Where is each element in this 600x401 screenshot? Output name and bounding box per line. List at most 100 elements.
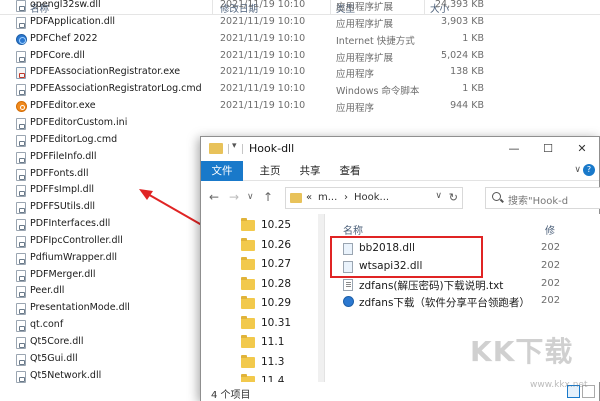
folder-icon	[241, 374, 255, 382]
file-size: 944 KB	[450, 100, 484, 112]
file-date: 2021/11/19 10:10	[220, 49, 306, 61]
file-type: Internet 快捷方式	[336, 35, 415, 47]
file-row[interactable]: PDFEAssociationRegistratorLog.cmd 2021/11…	[0, 81, 600, 98]
file-row[interactable]: PDFChef 2022 2021/11/19 10:10 Internet 快捷方…	[0, 31, 600, 48]
recent-locations-chevron-icon[interactable]: ∨	[247, 192, 254, 202]
nav-folder-item[interactable]: 11.3	[241, 353, 324, 373]
file-size: 3,903 KB	[441, 15, 484, 27]
address-overflow[interactable]: «	[306, 192, 312, 203]
file-type: 应用程序	[336, 69, 375, 81]
up-arrow-icon[interactable]: ↑	[263, 190, 273, 204]
file-name: PDFChef 2022	[30, 32, 98, 44]
file-row[interactable]: PDFEditorCustom.ini	[0, 115, 600, 132]
search-box[interactable]: 搜索"Hook-d	[485, 187, 600, 209]
folder-icon	[290, 193, 302, 203]
nav-folder-item[interactable]: 11.1	[241, 333, 324, 353]
file-item[interactable]: zdfans下载（软件分享平台领跑者） 202	[333, 293, 595, 311]
refresh-icon[interactable]: ↻	[449, 191, 458, 204]
back-arrow-icon[interactable]: ←	[209, 190, 219, 204]
file-name: opengl32sw.dll	[30, 0, 101, 10]
item-count: 4 个项目	[211, 390, 251, 401]
nav-folder-item[interactable]: 10.31	[241, 314, 324, 334]
window-titlebar[interactable]: ▾ Hook-dll — ☐ ✕	[201, 137, 599, 161]
nav-folder-item[interactable]: 10.27	[241, 255, 324, 275]
ini-file-icon	[16, 117, 26, 130]
file-date: 2021/11/19 10:10	[220, 32, 306, 44]
file-date: 2021/11/19 10:10	[220, 15, 306, 27]
tab-view[interactable]: 查看	[333, 161, 367, 181]
file-date: 2021/11/19 10:10	[220, 100, 306, 112]
file-name: PDFInterfaces.dll	[30, 218, 111, 230]
file-date: 202	[541, 295, 561, 306]
address-separator: ›	[344, 192, 348, 203]
exe-file-icon	[16, 67, 26, 80]
nav-folder-label: 10.29	[261, 297, 292, 309]
cmd-file-icon	[16, 84, 26, 97]
file-date: 202	[541, 278, 561, 289]
help-icon[interactable]: ?	[583, 164, 595, 176]
search-icon	[492, 192, 501, 201]
file-name: PDFMerger.dll	[30, 268, 96, 280]
folder-icon	[209, 143, 223, 154]
nav-folder-item[interactable]: 11.4	[241, 372, 324, 382]
forward-arrow-icon[interactable]: →	[229, 190, 239, 204]
column-date-header[interactable]: 修	[545, 222, 555, 237]
tab-home[interactable]: 主页	[253, 161, 287, 181]
dll-file-icon	[16, 16, 26, 29]
file-row[interactable]: PDFEAssociationRegistrator.exe 2021/11/19…	[0, 64, 600, 81]
txt-file-icon	[343, 279, 353, 291]
file-row[interactable]: PDFCore.dll 2021/11/19 10:10 应用程序扩展 5,024 K…	[0, 48, 600, 65]
dll-file-icon	[16, 269, 26, 282]
nav-folder-label: 10.27	[261, 258, 292, 270]
maximize-button[interactable]: ☐	[531, 137, 565, 161]
file-row[interactable]: opengl32sw.dll 2021/11/19 10:10 应用程序扩展 24,3…	[0, 0, 600, 14]
nav-folder-item[interactable]: 10.25	[241, 216, 324, 236]
dll-file-icon	[16, 168, 26, 181]
quick-access-dropdown-icon[interactable]: ▾	[232, 141, 237, 151]
dll-file-icon	[16, 0, 26, 12]
window-title: Hook-dll	[249, 142, 295, 155]
dll-file-icon	[16, 286, 26, 299]
file-name: PDFFSUtils.dll	[30, 201, 96, 213]
file-name: PDFFsImpl.dll	[30, 184, 94, 196]
nav-folder-item[interactable]: 10.29	[241, 294, 324, 314]
file-name: PDFEAssociationRegistrator.exe	[30, 66, 181, 78]
file-row[interactable]: PDFApplication.dll 2021/11/19 10:10 应用程序扩展…	[0, 14, 600, 31]
column-name-header[interactable]: 名称	[343, 222, 363, 237]
file-name: PresentationMode.dll	[30, 302, 130, 314]
address-toolbar: ← → ∨ ↑ « m... › Hook... ∨ ↻ 搜索"Hook-d	[201, 182, 600, 214]
file-name: PDFApplication.dll	[30, 15, 116, 27]
watermark-url: www.kkx.net	[530, 380, 588, 390]
dll-file-icon	[16, 370, 26, 383]
nav-folder-label: 11.4	[261, 375, 285, 382]
file-size: 1 KB	[462, 83, 484, 95]
tab-file[interactable]: 文件	[201, 161, 243, 181]
nav-folder-item[interactable]: 10.28	[241, 275, 324, 295]
nav-folder-item[interactable]: 10.26	[241, 236, 324, 256]
internet-shortcut-icon	[16, 33, 27, 45]
dll-file-icon	[16, 50, 26, 63]
folder-icon	[241, 257, 255, 270]
minimize-button[interactable]: —	[497, 137, 531, 161]
highlight-box	[330, 236, 483, 278]
folder-icon	[241, 218, 255, 231]
ribbon-expand-icon[interactable]: ∨	[574, 165, 581, 175]
content-header: 名称 修	[329, 214, 600, 237]
address-segment-current[interactable]: Hook...	[354, 192, 389, 203]
file-size: 1 KB	[462, 32, 484, 44]
address-bar[interactable]: « m... › Hook... ∨ ↻	[285, 187, 463, 209]
file-type: 应用程序	[336, 103, 375, 115]
address-segment-parent[interactable]: m...	[318, 192, 337, 203]
file-item[interactable]: zdfans(解压密码)下载说明.txt 202	[333, 276, 595, 294]
pdfeditor-app-icon	[16, 101, 27, 113]
dll-file-icon	[16, 202, 26, 215]
file-date: 2021/11/19 10:10	[220, 0, 306, 10]
file-row[interactable]: PDFEditor.exe 2021/11/19 10:10 应用程序 944 KB	[0, 98, 600, 115]
file-name: PDFFileInfo.dll	[30, 150, 97, 162]
close-button[interactable]: ✕	[565, 137, 599, 161]
file-name: PDFEditorLog.cmd	[30, 133, 118, 145]
file-type: 应用程序扩展	[336, 2, 394, 13]
address-dropdown-icon[interactable]: ∨	[435, 191, 442, 201]
tab-share[interactable]: 共享	[293, 161, 327, 181]
file-type: Windows 命令脚本	[336, 86, 420, 98]
